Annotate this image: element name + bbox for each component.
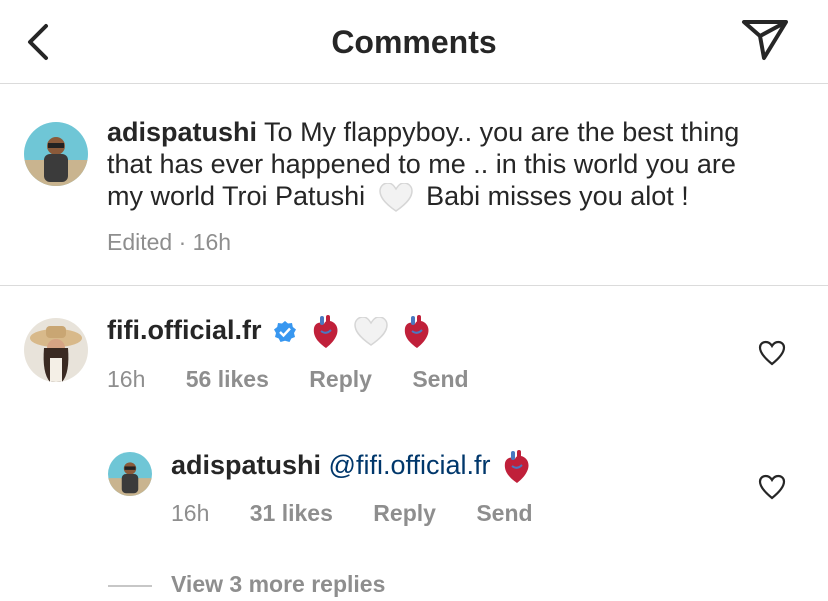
caption-line-2: that has ever happened to me .. in this … [107, 149, 736, 179]
comment-username[interactable]: fifi.official.fr [107, 315, 262, 345]
verified-badge-icon [274, 320, 297, 342]
caption-text: adispatushi To My flappyboy.. you are th… [107, 117, 740, 147]
white-heart-icon [378, 182, 413, 212]
comment-text: fifi.official.fr [107, 314, 432, 349]
caption-meta: Edited · 16h [107, 229, 232, 255]
caption-username[interactable]: adispatushi [107, 117, 257, 147]
anatomical-heart-icon [313, 314, 338, 348]
reply-send-button[interactable]: Send [476, 500, 532, 526]
white-heart-icon [354, 316, 388, 346]
reply-time: 16h [171, 500, 210, 526]
reply-reply-button[interactable]: Reply [373, 500, 436, 526]
header-bar: Comments [0, 0, 828, 84]
comment-time: 16h [107, 366, 146, 392]
comment-likes-link[interactable]: 56 likes [186, 366, 269, 392]
like-heart-icon[interactable] [758, 340, 786, 366]
like-heart-icon[interactable] [758, 474, 786, 500]
anatomical-heart-icon [504, 449, 529, 483]
reply-text: adispatushi @fifi.official.fr [171, 449, 532, 484]
caption-line-3: my world Troi Patushi Babi misses you al… [107, 181, 689, 212]
comment-send-button[interactable]: Send [412, 366, 468, 392]
caption-avatar[interactable] [24, 122, 88, 186]
comment-meta: 16h 56 likes Reply Send [107, 366, 503, 393]
anatomical-heart-icon [404, 314, 429, 348]
direct-send-icon[interactable] [738, 16, 792, 64]
reply-likes-link[interactable]: 31 likes [250, 500, 333, 526]
caption-divider [0, 285, 828, 286]
view-more-replies-button[interactable]: View 3 more replies [171, 571, 385, 598]
replies-divider-line [108, 585, 152, 587]
reply-avatar[interactable] [108, 452, 152, 496]
reply-username[interactable]: adispatushi [171, 450, 321, 480]
page-title: Comments [331, 24, 497, 60]
reply-meta: 16h 31 likes Reply Send [171, 500, 567, 527]
comment-reply-button[interactable]: Reply [309, 366, 372, 392]
comment-avatar[interactable] [24, 318, 88, 382]
reply-mention-link[interactable]: @fifi.official.fr [329, 450, 491, 480]
